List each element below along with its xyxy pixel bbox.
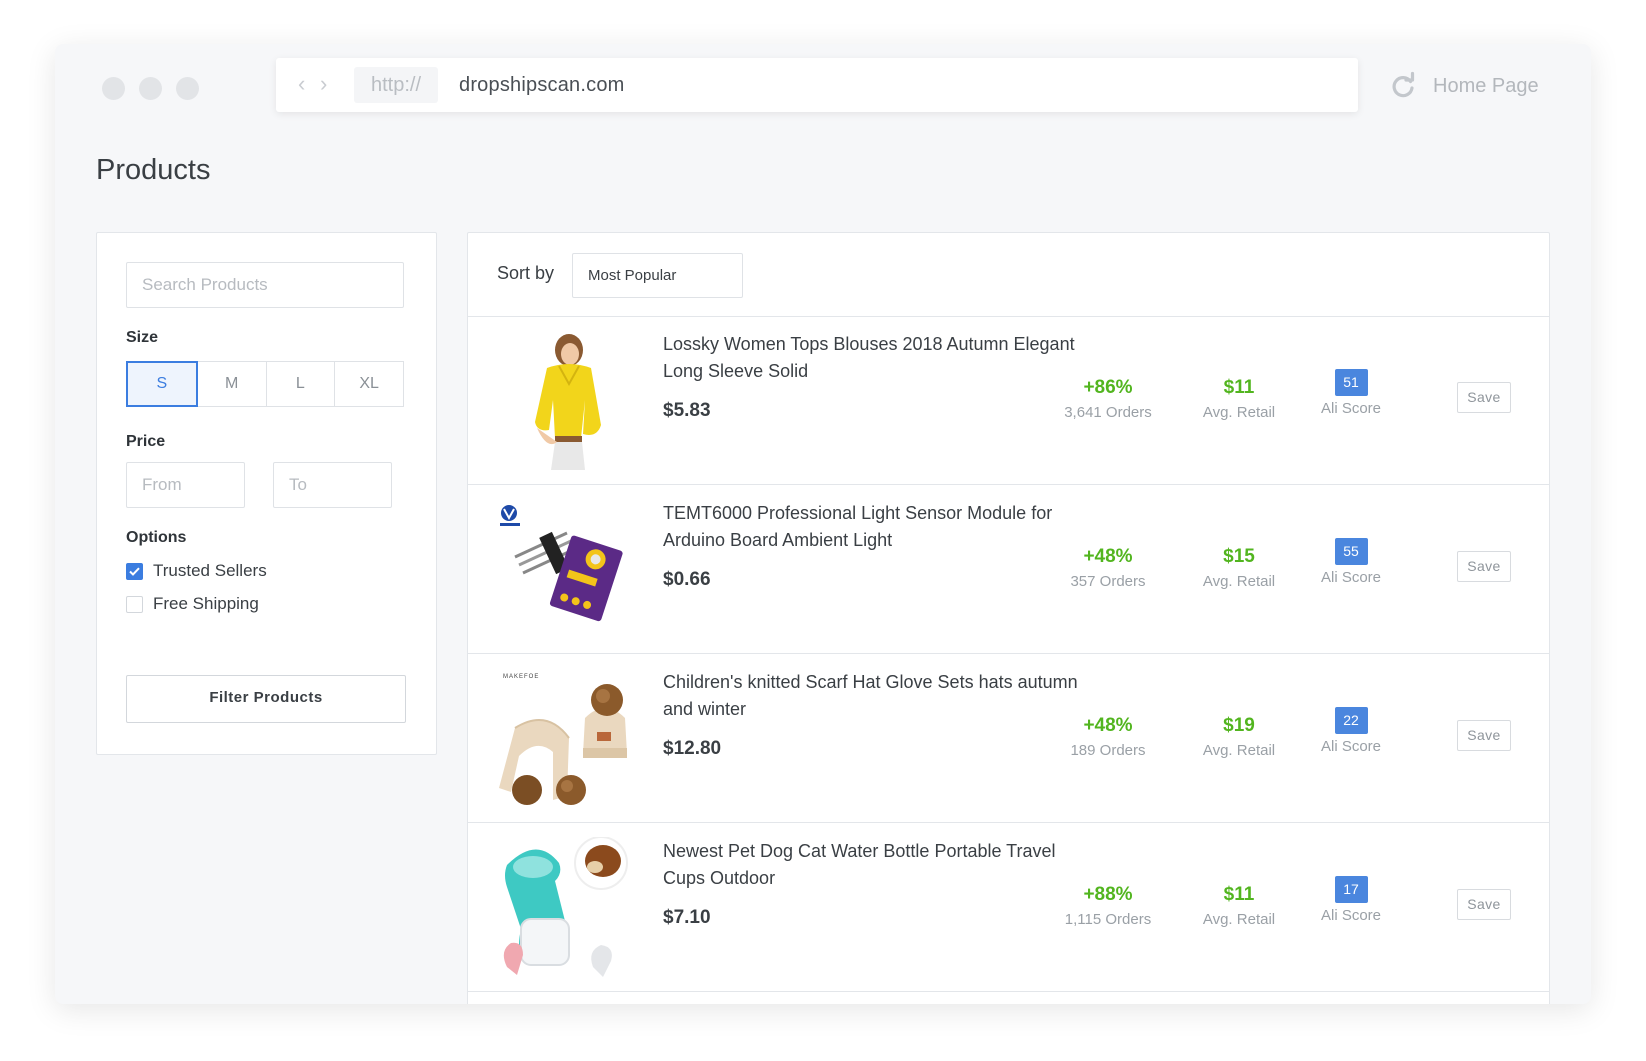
size-label: Size	[126, 329, 159, 346]
window-maximize-dot[interactable]	[176, 77, 199, 100]
product-image-blouse[interactable]	[497, 330, 637, 470]
checkmark-icon	[129, 567, 140, 576]
product-image-scarf-set[interactable]: MAKEFOE	[497, 668, 637, 808]
ali-score-label: Ali Score	[1320, 738, 1382, 755]
trusted-sellers-checkbox[interactable]	[126, 562, 143, 580]
ali-score-metric: 55 Ali Score	[1286, 538, 1416, 591]
product-title[interactable]: TEMT6000 Professional Light Sensor Modul…	[663, 500, 1083, 554]
filter-sidebar: Search Products Size S M L XL Price From…	[96, 232, 437, 755]
size-option-s[interactable]: S	[126, 361, 198, 407]
filter-products-button[interactable]: Filter Products	[126, 675, 406, 723]
product-image-sensor[interactable]	[497, 499, 637, 639]
back-arrow-icon[interactable]: ‹	[298, 72, 305, 96]
save-button[interactable]: Save	[1457, 382, 1511, 413]
product-price: $5.83	[663, 400, 711, 421]
window-minimize-dot[interactable]	[139, 77, 162, 100]
sort-label: Sort by	[497, 263, 555, 283]
ali-score-metric: 17 Ali Score	[1286, 876, 1416, 929]
growth-percent: +48%	[1083, 546, 1133, 567]
reload-icon[interactable]	[1386, 69, 1420, 103]
orders-count: 357 Orders	[1070, 573, 1146, 590]
growth-metric: +88% 1,115 Orders	[1043, 883, 1173, 933]
product-price: $7.10	[663, 907, 711, 928]
price-label: Price	[126, 433, 166, 450]
avg-retail-label: Avg. Retail	[1202, 573, 1276, 590]
ali-score-label: Ali Score	[1320, 400, 1382, 417]
growth-percent: +86%	[1083, 377, 1133, 398]
free-shipping-label: Free Shipping	[153, 594, 259, 613]
orders-count: 3,641 Orders	[1064, 404, 1152, 421]
ali-score-metric: 22 Ali Score	[1286, 707, 1416, 760]
ali-score-badge: 51	[1334, 369, 1368, 396]
ali-score-metric: 51 Ali Score	[1286, 369, 1416, 422]
ali-score-badge: 55	[1334, 538, 1368, 565]
product-row[interactable]: TEMT6000 Professional Light Sensor Modul…	[468, 485, 1549, 654]
save-button[interactable]: Save	[1457, 551, 1511, 582]
growth-metric: +48% 189 Orders	[1043, 714, 1173, 764]
brand-logo-text: MAKEFOE	[503, 674, 539, 680]
product-price: $12.80	[663, 738, 722, 759]
avg-retail-label: Avg. Retail	[1202, 404, 1276, 421]
home-page-link[interactable]: Home Page	[1433, 69, 1539, 103]
product-title[interactable]: Children's knitted Scarf Hat Glove Sets …	[663, 669, 1083, 723]
price-from-input[interactable]: From	[126, 462, 245, 508]
forward-arrow-icon[interactable]: ›	[320, 72, 327, 96]
trusted-sellers-label: Trusted Sellers	[153, 561, 267, 580]
save-button[interactable]: Save	[1457, 889, 1511, 920]
option-free-shipping[interactable]: Free Shipping	[126, 594, 259, 614]
ali-score-label: Ali Score	[1320, 907, 1382, 924]
browser-window: ‹ › http:// dropshipscan.com Home Page P…	[55, 44, 1591, 1004]
search-products-input[interactable]: Search Products	[126, 262, 404, 308]
options-label: Options	[126, 529, 187, 546]
product-row[interactable]: Newest Pet Dog Cat Water Bottle Portable…	[468, 823, 1549, 992]
sort-select[interactable]: Most Popular	[572, 253, 743, 298]
product-image-pet-bottle[interactable]	[497, 837, 637, 977]
window-close-dot[interactable]	[102, 77, 125, 100]
product-row[interactable]: MAKEFOE Children's knitted Scarf Hat Glo…	[468, 654, 1549, 823]
size-option-l[interactable]: L	[266, 361, 336, 407]
orders-count: 1,115 Orders	[1064, 911, 1152, 928]
ali-score-badge: 22	[1334, 707, 1368, 734]
address-bar[interactable]: ‹ › http:// dropshipscan.com	[276, 58, 1358, 112]
avg-retail-value: $15	[1223, 546, 1255, 567]
growth-metric: +86% 3,641 Orders	[1043, 376, 1173, 426]
growth-percent: +88%	[1083, 884, 1133, 905]
avg-retail-metric: $15 Avg. Retail	[1174, 545, 1304, 595]
avg-retail-metric: $11 Avg. Retail	[1174, 883, 1304, 933]
product-title[interactable]: Lossky Women Tops Blouses 2018 Autumn El…	[663, 331, 1083, 385]
growth-metric: +48% 357 Orders	[1043, 545, 1173, 595]
avg-retail-metric: $11 Avg. Retail	[1174, 376, 1304, 426]
free-shipping-checkbox[interactable]	[126, 595, 143, 613]
url-text[interactable]: dropshipscan.com	[459, 70, 625, 100]
size-selector: S M L XL	[126, 361, 404, 407]
avg-retail-value: $11	[1223, 884, 1255, 905]
avg-retail-value: $19	[1223, 715, 1255, 736]
avg-retail-label: Avg. Retail	[1202, 911, 1276, 928]
avg-retail-label: Avg. Retail	[1202, 742, 1276, 759]
product-list-panel: Sort by Most Popular Lossky Women Tops B…	[467, 232, 1550, 1004]
growth-percent: +48%	[1083, 715, 1133, 736]
sort-bar: Sort by Most Popular	[468, 233, 1549, 317]
ali-score-badge: 17	[1334, 876, 1368, 903]
ali-score-label: Ali Score	[1320, 569, 1382, 586]
product-row[interactable]: Lossky Women Tops Blouses 2018 Autumn El…	[468, 316, 1549, 485]
size-option-xl[interactable]: XL	[335, 361, 404, 407]
orders-count: 189 Orders	[1070, 742, 1146, 759]
size-option-m[interactable]: M	[197, 361, 267, 407]
product-price: $0.66	[663, 569, 711, 590]
save-button[interactable]: Save	[1457, 720, 1511, 751]
option-trusted-sellers[interactable]: Trusted Sellers	[126, 561, 267, 581]
page-title: Products	[96, 154, 211, 186]
product-title[interactable]: Newest Pet Dog Cat Water Bottle Portable…	[663, 838, 1083, 892]
avg-retail-metric: $19 Avg. Retail	[1174, 714, 1304, 764]
url-protocol: http://	[354, 67, 438, 103]
avg-retail-value: $11	[1223, 377, 1255, 398]
price-to-input[interactable]: To	[273, 462, 392, 508]
